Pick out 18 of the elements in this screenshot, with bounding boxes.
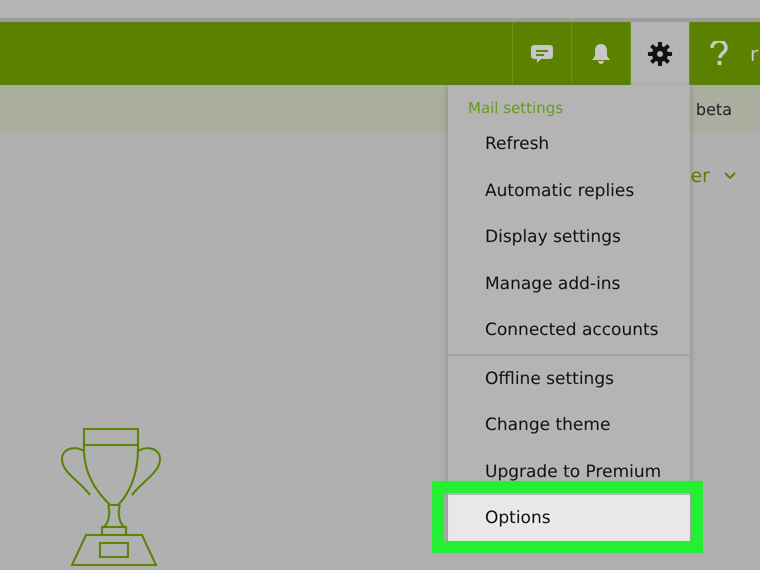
settings-icon bbox=[648, 42, 672, 66]
header-icon-button[interactable] bbox=[630, 22, 689, 85]
menu-item[interactable]: Manage add-ins bbox=[448, 260, 690, 307]
chevron-down-icon bbox=[724, 172, 736, 180]
menu-item[interactable]: Automatic replies bbox=[448, 168, 690, 214]
menu-heading: Mail settings bbox=[467, 98, 564, 119]
menu-item[interactable]: Connected accounts bbox=[448, 307, 690, 354]
menu-item[interactable]: Change theme bbox=[448, 402, 690, 448]
beta-label: beta bbox=[696, 100, 732, 118]
help-icon bbox=[710, 40, 728, 66]
menu-item[interactable]: Offline settings bbox=[448, 356, 690, 402]
menu-item[interactable]: Display settings bbox=[448, 214, 690, 260]
menu-item[interactable]: Refresh bbox=[448, 121, 690, 168]
menu-item[interactable]: Options bbox=[448, 495, 690, 542]
bell-icon bbox=[592, 42, 610, 64]
menu-item[interactable]: Upgrade to Premium bbox=[448, 448, 690, 495]
chat-bubble-icon bbox=[531, 42, 553, 64]
header-text: r bbox=[749, 40, 760, 68]
